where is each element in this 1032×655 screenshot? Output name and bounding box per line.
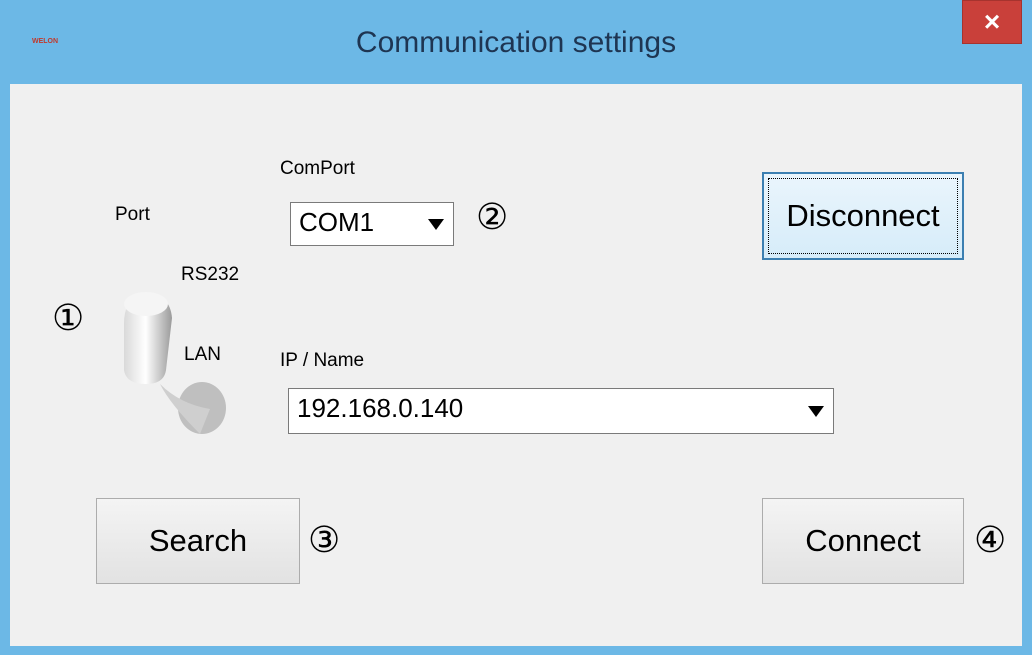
title-bar[interactable]: WELON Communication settings × — [0, 0, 1032, 84]
search-button-label: Search — [148, 523, 248, 558]
ip-dropdown-arrow[interactable] — [799, 389, 833, 433]
disconnect-button[interactable]: Disconnect — [762, 172, 964, 260]
close-button[interactable]: × — [962, 0, 1022, 44]
chevron-down-icon — [428, 219, 444, 230]
connect-button[interactable]: Connect — [762, 498, 964, 584]
marker-2: ② — [476, 197, 509, 238]
ip-name-value[interactable]: 192.168.0.140 — [297, 393, 463, 424]
window-title: Communication settings — [355, 26, 677, 59]
marker-4: ④ — [974, 520, 1007, 561]
close-icon: × — [983, 6, 1001, 37]
comport-dropdown[interactable]: COM1 — [290, 202, 454, 246]
port-toggle-switch[interactable] — [100, 284, 240, 444]
toggle-lever-top — [124, 292, 168, 316]
port-label: Port — [115, 204, 150, 225]
comport-dropdown-arrow[interactable] — [419, 203, 453, 245]
chevron-down-icon — [808, 406, 824, 417]
marker-3: ③ — [308, 520, 341, 561]
search-button[interactable]: Search — [96, 498, 300, 584]
ip-name-label: IP / Name — [280, 350, 365, 371]
comport-value: COM1 — [299, 207, 375, 237]
marker-1: ① — [52, 298, 85, 339]
focus-rectangle — [768, 178, 958, 254]
rs232-option-label: RS232 — [181, 264, 240, 285]
connect-button-label: Connect — [805, 523, 921, 558]
dialog-body: Port RS232 LAN ① ComPort COM1 ② Disconne… — [10, 84, 1022, 646]
comport-label: ComPort — [280, 158, 355, 179]
ip-name-combobox[interactable]: 192.168.0.140 — [288, 388, 834, 434]
communication-settings-window: WELON Communication settings × Port RS23… — [0, 0, 1032, 655]
